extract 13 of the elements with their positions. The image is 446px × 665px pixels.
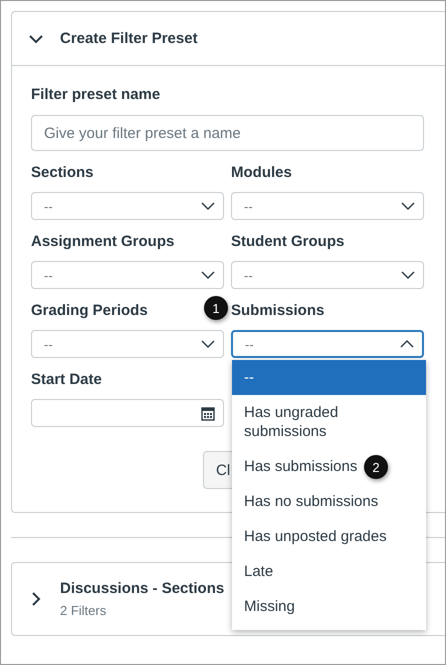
- callout-badge: 2: [364, 455, 388, 479]
- field-label: Sections: [31, 164, 94, 181]
- preset-title: Discussions - Sections: [60, 580, 224, 597]
- field-label: Start Date: [31, 371, 102, 388]
- field-label: Student Groups: [231, 233, 344, 250]
- preset-subtitle: 2 Filters: [60, 603, 108, 618]
- panel-title: Create Filter Preset: [60, 30, 198, 47]
- callout-badge: 1: [204, 296, 228, 320]
- field-label: Grading Periods: [31, 302, 148, 319]
- field-label: Filter preset name: [31, 86, 162, 103]
- field-label: Modules: [231, 164, 292, 181]
- field-label: Submissions: [231, 302, 324, 319]
- field-label: Assignment Groups: [31, 233, 174, 250]
